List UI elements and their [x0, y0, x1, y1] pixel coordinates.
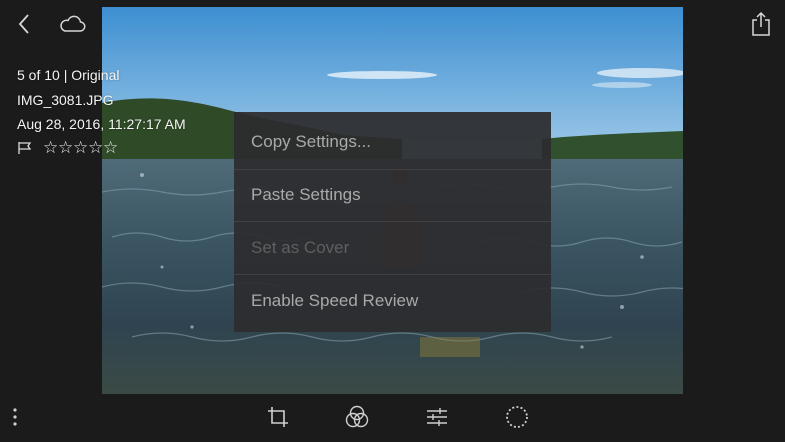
context-menu: Copy Settings... Paste Settings Set as C… — [234, 112, 551, 332]
more-vertical-icon[interactable] — [8, 406, 22, 428]
sliders-icon[interactable] — [424, 404, 450, 430]
star-icon[interactable]: ☆ — [58, 138, 73, 158]
crop-icon[interactable] — [265, 404, 291, 430]
flag-icon[interactable] — [16, 140, 34, 156]
menu-item-enable-speed-review[interactable]: Enable Speed Review — [234, 275, 551, 327]
menu-item-copy-settings[interactable]: Copy Settings... — [234, 116, 551, 168]
star-icon[interactable]: ☆ — [103, 138, 118, 158]
menu-item-set-as-cover: Set as Cover — [251, 238, 350, 257]
share-icon[interactable] — [749, 10, 773, 38]
menu-item-paste-settings[interactable]: Paste Settings — [234, 169, 551, 221]
star-icon[interactable]: ☆ — [88, 138, 103, 158]
back-icon[interactable] — [13, 11, 35, 37]
star-icon[interactable]: ☆ — [73, 138, 88, 158]
presets-icon[interactable] — [344, 404, 370, 430]
image-position-text: 5 of 10 | Original — [17, 67, 120, 83]
star-rating[interactable]: ☆☆☆☆☆ — [43, 138, 118, 158]
cloud-icon[interactable] — [57, 12, 87, 36]
image-filename: IMG_3081.JPG — [17, 92, 114, 108]
image-datetime: Aug 28, 2016, 11:27:17 AM — [17, 116, 186, 132]
selective-brush-icon[interactable] — [504, 404, 530, 430]
star-icon[interactable]: ☆ — [43, 138, 58, 158]
